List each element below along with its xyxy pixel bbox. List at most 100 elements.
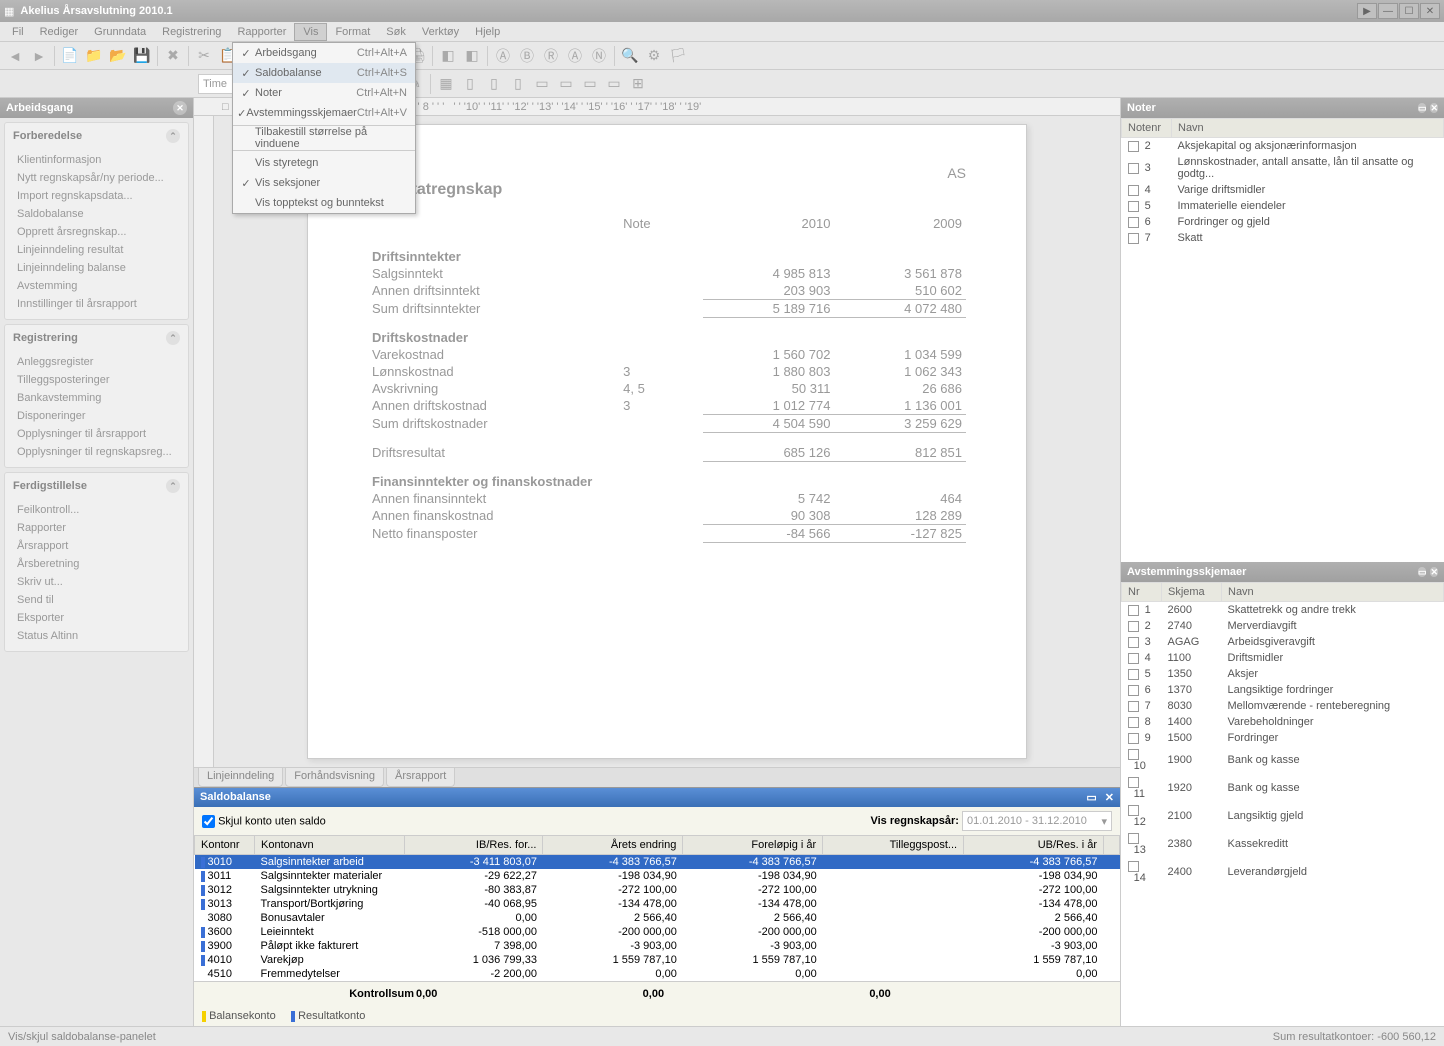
sidebar-item[interactable]: Anleggsregister	[5, 353, 188, 371]
avst-close-icon[interactable]: ✕	[1430, 567, 1438, 577]
play-button[interactable]: ▶	[1357, 3, 1377, 19]
sidebar-item[interactable]: Tilleggsposteringer	[5, 371, 188, 389]
search-icon[interactable]: 🔍	[619, 45, 641, 67]
sidebar-item[interactable]: Nytt regnskapsår/ny periode...	[5, 169, 188, 187]
menu-hjelp[interactable]: Hjelp	[467, 24, 508, 40]
merge-icon[interactable]: ⊞	[627, 73, 649, 95]
saldo-min-icon[interactable]: ▭	[1086, 792, 1096, 804]
list-item[interactable]: 7Skatt	[1122, 230, 1444, 246]
list-item[interactable]: 81400Varebeholdninger	[1122, 714, 1444, 730]
col1-icon[interactable]: ▯	[459, 73, 481, 95]
noter-min-icon[interactable]: ▭	[1418, 103, 1427, 113]
table-row[interactable]: 3011Salgsinntekter materialer-29 622,27-…	[195, 869, 1120, 883]
menu-fil[interactable]: Fil	[4, 24, 32, 40]
letter-a-icon[interactable]: Ⓐ	[492, 45, 514, 67]
accordion-header[interactable]: Registrering⌃	[5, 325, 188, 351]
sidebar-item[interactable]: Innstillinger til årsrapport	[5, 295, 188, 313]
menu-sok[interactable]: Søk	[378, 24, 414, 40]
list-item[interactable]: 6Fordringer og gjeld	[1122, 214, 1444, 230]
menu-verktoy[interactable]: Verktøy	[414, 24, 467, 40]
menu-rapporter[interactable]: Rapporter	[229, 24, 294, 40]
letter-a2-icon[interactable]: Ⓐ	[564, 45, 586, 67]
table-row[interactable]: 3080Bonusavtaler0,002 566,402 566,402 56…	[195, 911, 1120, 925]
letter-r-icon[interactable]: Ⓡ	[540, 45, 562, 67]
sidebar-item[interactable]: Rapporter	[5, 519, 188, 537]
list-item[interactable]: 142400Leverandørgjeld	[1122, 858, 1444, 886]
menu-item[interactable]: ✓NoterCtrl+Alt+N	[233, 83, 415, 103]
menu-item[interactable]: Tilbakestill størrelse på vinduene	[233, 128, 415, 148]
sidebar-item[interactable]: Opplysninger til årsrapport	[5, 425, 188, 443]
new-icon[interactable]: 📄	[59, 45, 81, 67]
menu-rediger[interactable]: Rediger	[32, 24, 87, 40]
letter-n-icon[interactable]: Ⓝ	[588, 45, 610, 67]
sidebar-item[interactable]: Saldobalanse	[5, 205, 188, 223]
close-button[interactable]: ✕	[1420, 3, 1440, 19]
menu-registrering[interactable]: Registrering	[154, 24, 229, 40]
sidebar-close-icon[interactable]: ✕	[173, 101, 187, 115]
avstemming-grid[interactable]: Nr Skjema Navn 12600Skattetrekk og andre…	[1121, 582, 1444, 1026]
saldo-grid[interactable]: Kontonr Kontonavn IB/Res. for... Årets e…	[194, 835, 1120, 981]
list-item[interactable]: 3AGAGArbeidsgiveravgift	[1122, 634, 1444, 650]
list-item[interactable]: 78030Mellomværende - renteberegning	[1122, 698, 1444, 714]
menu-item[interactable]: ✓ArbeidsgangCtrl+Alt+A	[233, 43, 415, 63]
menu-vis[interactable]: Vis	[294, 23, 327, 41]
menu-format[interactable]: Format	[327, 24, 378, 40]
tool1-icon[interactable]: ◧	[437, 45, 459, 67]
tab-linjeinndeling[interactable]: Linjeinndeling	[198, 768, 283, 787]
row1-icon[interactable]: ▭	[531, 73, 553, 95]
table-row[interactable]: 4010Varekjøp1 036 799,331 559 787,101 55…	[195, 953, 1120, 967]
list-item[interactable]: 51350Aksjer	[1122, 666, 1444, 682]
sidebar-item[interactable]: Opplysninger til regnskapsreg...	[5, 443, 188, 461]
open-icon[interactable]: 📁	[83, 45, 105, 67]
table-icon[interactable]: ▦	[435, 73, 457, 95]
list-item[interactable]: 61370Langsiktige fordringer	[1122, 682, 1444, 698]
accordion-header[interactable]: Ferdigstillelse⌃	[5, 473, 188, 499]
hide-empty-checkbox[interactable]: Skjul konto uten saldo	[202, 815, 326, 828]
table-row[interactable]: 4510Fremmedytelser-2 200,000,000,000,00	[195, 967, 1120, 981]
sidebar-item[interactable]: Eksporter	[5, 609, 188, 627]
saldo-close-icon[interactable]: ✕	[1105, 792, 1114, 804]
sidebar-item[interactable]: Send til	[5, 591, 188, 609]
sidebar-item[interactable]: Linjeinndeling balanse	[5, 259, 188, 277]
list-item[interactable]: 2Aksjekapital og aksjonærinformasjon	[1122, 138, 1444, 155]
table-row[interactable]: 3013Transport/Bortkjøring-40 068,95-134 …	[195, 897, 1120, 911]
row4-icon[interactable]: ▭	[603, 73, 625, 95]
forward-icon[interactable]: ►	[28, 45, 50, 67]
sidebar-item[interactable]: Disponeringer	[5, 407, 188, 425]
table-row[interactable]: 3012Salgsinntekter utrykning-80 383,87-2…	[195, 883, 1120, 897]
avst-min-icon[interactable]: ▭	[1418, 567, 1427, 577]
maximize-button[interactable]: ☐	[1399, 3, 1419, 19]
open2-icon[interactable]: 📂	[107, 45, 129, 67]
period-select[interactable]: 01.01.2010 - 31.12.2010▾	[962, 811, 1112, 831]
sidebar-item[interactable]: Linjeinndeling resultat	[5, 241, 188, 259]
tab-forhandsvisning[interactable]: Forhåndsvisning	[285, 768, 384, 787]
col3-icon[interactable]: ▯	[507, 73, 529, 95]
list-item[interactable]: 5Immaterielle eiendeler	[1122, 198, 1444, 214]
sidebar-item[interactable]: Skriv ut...	[5, 573, 188, 591]
flag-icon[interactable]: 🏳	[667, 45, 689, 67]
tool2-icon[interactable]: ◧	[461, 45, 483, 67]
list-item[interactable]: 91500Fordringer	[1122, 730, 1444, 746]
sidebar-item[interactable]: Import regnskapsdata...	[5, 187, 188, 205]
sidebar-item[interactable]: Bankavstemming	[5, 389, 188, 407]
letter-b-icon[interactable]: Ⓑ	[516, 45, 538, 67]
menu-item[interactable]: ✓SaldobalanseCtrl+Alt+S	[233, 63, 415, 83]
menu-item[interactable]: Vis styretegn	[233, 153, 415, 173]
menu-item[interactable]: ✓Vis seksjoner	[233, 173, 415, 193]
list-item[interactable]: 22740Merverdiavgift	[1122, 618, 1444, 634]
row3-icon[interactable]: ▭	[579, 73, 601, 95]
col2-icon[interactable]: ▯	[483, 73, 505, 95]
sidebar-item[interactable]: Status Altinn	[5, 627, 188, 645]
list-item[interactable]: 101900Bank og kasse	[1122, 746, 1444, 774]
list-item[interactable]: 111920Bank og kasse	[1122, 774, 1444, 802]
menu-item[interactable]: ✓AvstemmingsskjemaerCtrl+Alt+V	[233, 103, 415, 123]
sidebar-item[interactable]: Opprett årsregnskap...	[5, 223, 188, 241]
cut-icon[interactable]: ✂	[193, 45, 215, 67]
delete-icon[interactable]: ✖	[162, 45, 184, 67]
tab-arsrapport[interactable]: Årsrapport	[386, 768, 455, 787]
sidebar-item[interactable]: Årsrapport	[5, 537, 188, 555]
sidebar-item[interactable]: Feilkontroll...	[5, 501, 188, 519]
list-item[interactable]: 4Varige driftsmidler	[1122, 182, 1444, 198]
minimize-button[interactable]: —	[1378, 3, 1398, 19]
list-item[interactable]: 132380Kassekreditt	[1122, 830, 1444, 858]
